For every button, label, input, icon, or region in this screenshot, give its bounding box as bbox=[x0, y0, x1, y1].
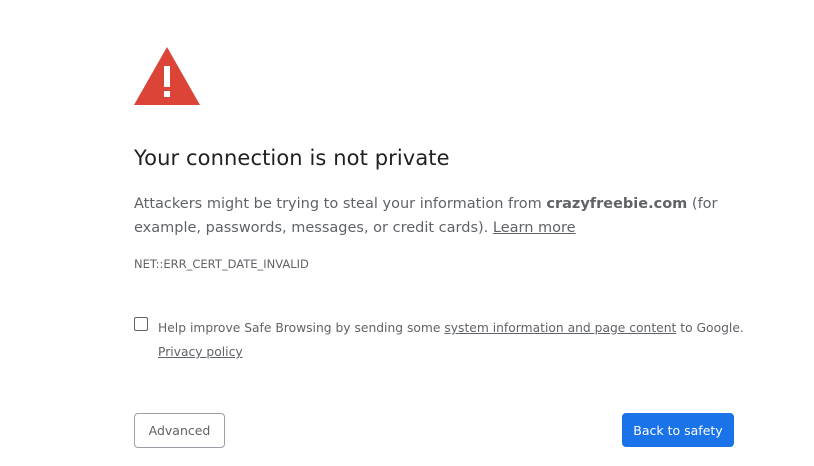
safe-browsing-label: Help improve Safe Browsing by sending so… bbox=[158, 316, 748, 364]
safe-browsing-text-before: Help improve Safe Browsing by sending so… bbox=[158, 321, 445, 335]
privacy-policy-link[interactable]: Privacy policy bbox=[158, 345, 243, 359]
system-information-link[interactable]: system information and page content bbox=[444, 321, 676, 335]
safe-browsing-checkbox[interactable] bbox=[134, 317, 148, 331]
warning-triangle-icon bbox=[134, 47, 200, 105]
message-text-before: Attackers might be trying to steal your … bbox=[134, 196, 547, 212]
error-code: NET::ERR_CERT_DATE_INVALID bbox=[134, 257, 309, 271]
learn-more-link[interactable]: Learn more bbox=[493, 220, 576, 236]
site-domain: crazyfreebie.com bbox=[546, 196, 688, 212]
advanced-button[interactable]: Advanced bbox=[134, 413, 225, 448]
privacy-error-page: Your connection is not private Attackers… bbox=[0, 0, 814, 466]
page-title: Your connection is not private bbox=[134, 146, 450, 170]
safe-browsing-text-after: to Google. bbox=[676, 321, 744, 335]
back-to-safety-button[interactable]: Back to safety bbox=[622, 413, 734, 447]
warning-message: Attackers might be trying to steal your … bbox=[134, 192, 744, 240]
